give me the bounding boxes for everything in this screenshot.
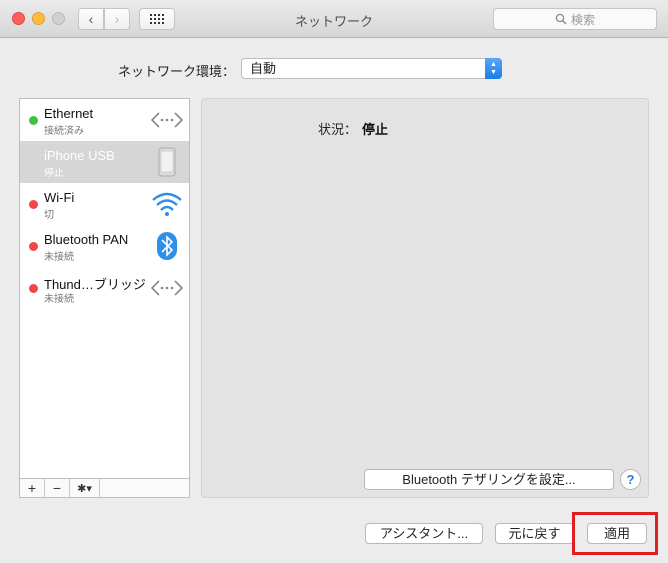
service-item-iphone-usb[interactable]: iPhone USB 停止 bbox=[20, 141, 189, 183]
search-field[interactable]: 検索 bbox=[493, 8, 657, 30]
service-list: Ethernet 接続済み iPhone USB 停止 Wi-Fi 切 Blue… bbox=[19, 98, 190, 498]
status-dot bbox=[29, 200, 38, 209]
service-status: 未接続 bbox=[44, 294, 74, 305]
detail-pane: 状況： 停止 Bluetooth テザリングを設定... ? bbox=[201, 98, 649, 498]
select-arrows-icon: ▲ ▼ bbox=[485, 58, 502, 79]
assistant-button[interactable]: アシスタント... bbox=[365, 523, 483, 544]
help-button[interactable]: ? bbox=[620, 469, 641, 490]
apply-button[interactable]: 適用 bbox=[587, 523, 647, 544]
search-placeholder: 検索 bbox=[570, 12, 595, 27]
service-name: Ethernet bbox=[44, 106, 94, 121]
service-status: 接続済み bbox=[44, 126, 84, 137]
service-status: 停止 bbox=[44, 168, 64, 179]
ethernet-icon bbox=[151, 273, 183, 303]
service-status: 未接続 bbox=[44, 252, 74, 263]
service-item-thunderbolt-bridge[interactable]: Thund…ブリッジ 未接続 bbox=[20, 267, 189, 309]
status-dot bbox=[29, 116, 38, 125]
service-name: Wi-Fi bbox=[44, 190, 75, 205]
location-select[interactable]: 自動 ▲ ▼ bbox=[241, 58, 502, 79]
status-value: 停止 bbox=[362, 122, 389, 137]
location-value: 自動 bbox=[250, 61, 277, 76]
status-dot bbox=[29, 242, 38, 251]
location-label: ネットワーク環境： bbox=[118, 64, 236, 79]
iphone-icon bbox=[151, 147, 183, 177]
status-label: 状況： bbox=[318, 122, 358, 137]
action-menu-button[interactable]: ✱▾ bbox=[70, 479, 100, 497]
title-bar: ‹ › ネットワーク 検索 bbox=[0, 0, 668, 38]
bluetooth-tethering-settings-button[interactable]: Bluetooth テザリングを設定... bbox=[364, 469, 614, 490]
service-item-wifi[interactable]: Wi-Fi 切 bbox=[20, 183, 189, 225]
service-item-ethernet[interactable]: Ethernet 接続済み bbox=[20, 99, 189, 141]
service-item-bluetooth-pan[interactable]: Bluetooth PAN 未接続 bbox=[20, 225, 189, 267]
bluetooth-icon bbox=[151, 231, 183, 261]
service-name: Bluetooth PAN bbox=[44, 232, 129, 247]
plus-icon: + bbox=[27, 480, 37, 496]
search-icon bbox=[555, 13, 567, 25]
service-status: 切 bbox=[44, 210, 54, 221]
minus-icon: − bbox=[52, 480, 62, 496]
add-service-button[interactable]: + bbox=[20, 479, 45, 497]
gear-icon: ✱▾ bbox=[77, 482, 92, 495]
revert-button[interactable]: 元に戻す bbox=[495, 523, 574, 544]
ethernet-icon bbox=[151, 105, 183, 135]
service-name: iPhone USB bbox=[44, 148, 115, 163]
service-list-toolbar: + − ✱▾ bbox=[20, 478, 189, 497]
status-dot bbox=[29, 284, 38, 293]
remove-service-button[interactable]: − bbox=[45, 479, 70, 497]
wifi-icon bbox=[151, 189, 183, 219]
